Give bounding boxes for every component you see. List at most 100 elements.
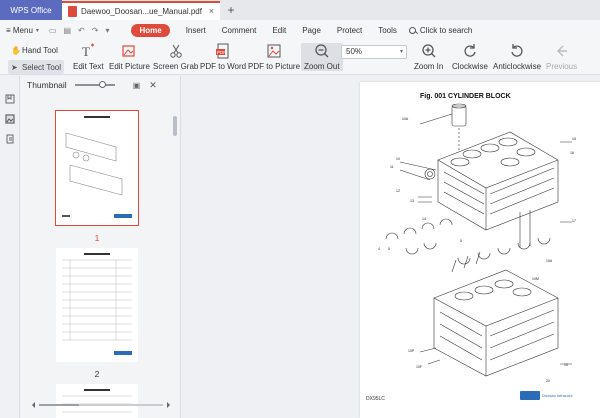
edit-picture-label: Edit Picture	[109, 62, 150, 71]
main-menu-label: ≡ Menu	[6, 25, 33, 35]
thumbnail-size-slider[interactable]	[74, 81, 115, 88]
attachment-panel-icon[interactable]	[5, 134, 15, 144]
thumbnail-title: Thumbnail	[27, 80, 67, 90]
quick-access-toolbar: ▭ ▤ ↶ ↷ ▾	[49, 26, 110, 35]
screen-grab-button[interactable]: Screen Grab	[153, 43, 198, 71]
document-tab[interactable]: Daewoo_Doosan...ue_Manual.pdf ×	[62, 1, 220, 20]
tab-edit[interactable]: Edit	[272, 26, 286, 35]
scissors-icon	[168, 43, 184, 59]
previous-page-button[interactable]: Previous	[546, 43, 577, 71]
thumbnail-scrollbar[interactable]	[173, 116, 177, 136]
zoom-in-icon	[421, 43, 437, 59]
side-rail	[0, 76, 20, 418]
menu-bar: ≡ Menu ▾ ▭ ▤ ↶ ↷ ▾ Home Insert Comment E…	[0, 20, 600, 40]
rotate-clockwise-button[interactable]: Clockwise	[452, 43, 488, 71]
close-panel-icon[interactable]: ✕	[149, 80, 157, 91]
zoom-in-button[interactable]: Zoom In	[414, 43, 443, 71]
pdf-to-word-button[interactable]: PDF PDF to Word	[200, 43, 246, 71]
thumbnail-hscrollbar[interactable]	[29, 401, 173, 409]
rotate-clockwise-icon	[462, 43, 478, 59]
brand-text: Doosan Infracore	[542, 393, 573, 398]
slider-knob[interactable]	[98, 81, 106, 88]
tab-comment[interactable]: Comment	[222, 26, 257, 35]
app-tab[interactable]: WPS Office	[0, 0, 62, 20]
undo-icon[interactable]: ↶	[78, 26, 85, 35]
zoom-level-select[interactable]: 50% ▾	[341, 45, 407, 59]
svg-text:10F: 10F	[416, 365, 422, 369]
hand-tool-button[interactable]: ✋ Hand Tool	[8, 43, 64, 57]
pdf-page: Fig. 001 CYLINDER BLOCK 10A 10 11 12 13 …	[360, 82, 600, 418]
svg-text:PDF: PDF	[217, 50, 226, 55]
select-tool-label: Select Tool	[22, 62, 61, 72]
more-icon[interactable]: ▾	[105, 26, 109, 35]
pdf-file-icon	[68, 6, 77, 17]
svg-text:12: 12	[396, 189, 400, 193]
edit-text-button[interactable]: T Edit Text	[73, 43, 104, 71]
print-icon[interactable]: ▤	[63, 26, 71, 35]
thumbnail-page-number: 2	[94, 369, 100, 379]
pdf-to-word-icon: PDF	[215, 43, 231, 59]
thumbnail-header: Thumbnail ▣ ✕	[21, 76, 180, 94]
tab-home[interactable]: Home	[131, 23, 170, 37]
zoom-in-label: Zoom In	[414, 62, 444, 71]
search-icon	[408, 26, 416, 34]
svg-text:17: 17	[572, 219, 576, 223]
zoom-out-label: Zoom Out	[304, 62, 340, 71]
hand-tool-label: Hand Tool	[22, 45, 58, 55]
page-footer-code: DX95LC	[366, 396, 385, 402]
svg-text:14: 14	[422, 217, 426, 221]
ribbon-toolbar: ✋ Hand Tool ➤ Select Tool T Edit Text Ed…	[0, 40, 600, 75]
svg-text:15: 15	[572, 137, 576, 141]
edit-picture-icon	[121, 43, 137, 59]
close-tab-icon[interactable]: ×	[209, 6, 214, 16]
tab-insert[interactable]: Insert	[186, 26, 206, 35]
rotate-anticlockwise-icon	[509, 43, 525, 59]
svg-text:20: 20	[546, 379, 550, 383]
select-tool-button[interactable]: ➤ Select Tool	[8, 60, 64, 74]
rotate-anticlockwise-button[interactable]: Anticlockwise	[493, 43, 541, 71]
chevron-down-icon: ▾	[35, 27, 39, 34]
svg-text:16: 16	[570, 151, 574, 155]
title-bar: WPS Office Daewoo_Doosan...ue_Manual.pdf…	[0, 0, 600, 20]
open-folder-icon[interactable]: ▭	[49, 26, 57, 35]
zoom-out-button[interactable]: Zoom Out	[301, 43, 343, 71]
thumbnail-page-2[interactable]	[56, 248, 138, 362]
thumbnail-large-icon[interactable]: ▣	[133, 81, 141, 90]
svg-text:10A: 10A	[402, 117, 409, 121]
brand-logo: Doosan Infracore	[520, 391, 573, 400]
thumbnail-page-1-preview	[62, 116, 132, 218]
document-viewport[interactable]: Fig. 001 CYLINDER BLOCK 10A 10 11 12 13 …	[182, 76, 600, 418]
cursor-icon: ➤	[11, 62, 18, 72]
svg-text:5: 5	[388, 247, 390, 251]
new-tab-button[interactable]: +	[220, 0, 242, 20]
pdf-to-picture-label: PDF to Picture	[248, 62, 301, 71]
redo-icon[interactable]: ↷	[92, 26, 99, 35]
svg-text:10P: 10P	[408, 349, 415, 353]
thumbnail-page-1[interactable]	[55, 110, 139, 226]
pdf-to-picture-button[interactable]: PDF to Picture	[248, 43, 300, 71]
anticlockwise-label: Anticlockwise	[493, 62, 542, 71]
tab-tools[interactable]: Tools	[378, 26, 397, 35]
thumbnail-page-number: 1	[94, 233, 100, 243]
svg-text:10A: 10A	[546, 259, 553, 263]
search-box[interactable]: Click to search	[408, 25, 473, 35]
bookmark-panel-icon[interactable]	[5, 94, 15, 104]
arrow-left-icon	[554, 43, 570, 59]
zoom-out-icon	[314, 43, 330, 59]
edit-text-label: Edit Text	[73, 62, 104, 71]
svg-text:4: 4	[378, 247, 380, 251]
svg-text:10M: 10M	[532, 277, 539, 281]
edit-text-icon: T	[80, 43, 96, 59]
tab-page[interactable]: Page	[302, 26, 321, 35]
edit-picture-button[interactable]: Edit Picture	[109, 43, 150, 71]
tab-protect[interactable]: Protect	[337, 26, 362, 35]
thumbnail-panel: Thumbnail ▣ ✕ 1 2	[21, 76, 181, 418]
figure-title: Fig. 001 CYLINDER BLOCK	[420, 93, 511, 100]
search-placeholder: Click to search	[419, 25, 473, 35]
pdf-to-word-label: PDF to Word	[200, 62, 247, 71]
main-menu-button[interactable]: ≡ Menu ▾	[6, 26, 39, 35]
cylinder-block-diagram: 10A1011 121314 4 55 151617 10A10M 10P10F 1…	[378, 103, 576, 383]
document-tab-label: Daewoo_Doosan...ue_Manual.pdf	[81, 7, 202, 16]
thumbnail-page-2-preview	[62, 253, 132, 355]
thumbnail-panel-icon[interactable]	[5, 114, 15, 124]
